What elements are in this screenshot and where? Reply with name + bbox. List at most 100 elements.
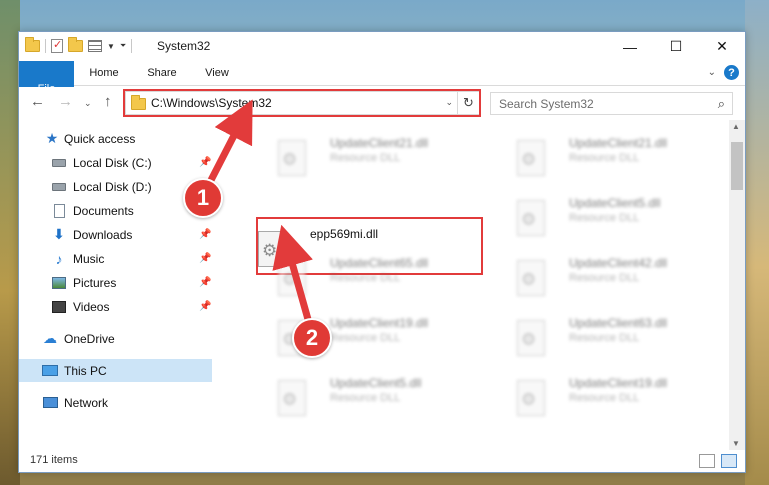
file-type: Resource DLL (330, 332, 401, 344)
file-name: UpdateClient19.dll (330, 316, 429, 330)
nav-item-music[interactable]: ♪ Music 📌 (19, 247, 212, 270)
folder-icon (25, 37, 40, 52)
forward-arrow-icon[interactable]: → (58, 93, 73, 110)
file-name: UpdateClient63.dll (569, 316, 668, 330)
tab-share[interactable]: Share (135, 61, 189, 85)
nav-item-pictures[interactable]: Pictures 📌 (19, 271, 212, 294)
recent-locations-icon[interactable]: ⌄ (84, 98, 92, 109)
desktop-background-right (745, 0, 769, 485)
search-placeholder[interactable]: Search System32 (499, 97, 594, 111)
nav-label: Videos (73, 299, 110, 314)
nav-label: Local Disk (D:) (73, 179, 152, 194)
dll-file-icon (517, 200, 545, 236)
pin-icon: 📌 (199, 253, 212, 264)
nav-label: Network (64, 395, 109, 410)
tab-view[interactable]: View (193, 61, 241, 85)
title-bar: ▼ ⏷ System32 — ☐ ✕ (19, 32, 745, 61)
vertical-scrollbar[interactable]: ▲ ▼ (729, 120, 745, 450)
back-arrow-icon[interactable]: ← (30, 93, 45, 110)
close-button[interactable]: ✕ (699, 32, 745, 61)
file-type: Resource DLL (330, 272, 401, 284)
file-type: Resource DLL (330, 392, 401, 404)
file-item[interactable]: UpdateClient5.dll Resource DLL (258, 368, 494, 424)
file-item[interactable]: UpdateClient63.dll Resource DLL (497, 308, 729, 364)
nav-label: Local Disk (C:) (73, 155, 152, 170)
toolbar-divider (45, 39, 46, 53)
search-icon[interactable]: ⌕ (718, 96, 725, 112)
file-name: UpdateClient42.dll (569, 256, 668, 270)
file-type: Resource DLL (569, 392, 640, 404)
file-item[interactable]: UpdateClient19.dll Resource DLL (497, 368, 729, 424)
file-name: UpdateClient19.dll (569, 376, 668, 390)
dll-file-icon (517, 140, 545, 176)
dll-file-icon (278, 260, 306, 296)
navigation-pane: ★ Quick access Local Disk (C:) 📌 Local D… (19, 120, 212, 450)
file-item[interactable]: UpdateClient65.dll Resource DLL (258, 248, 494, 304)
document-icon (51, 203, 67, 218)
nav-item-network[interactable]: Network (19, 391, 212, 414)
videos-icon (51, 300, 67, 314)
file-item[interactable]: UpdateClient21.dll Resource DLL (258, 128, 494, 184)
music-icon: ♪ (55, 250, 63, 267)
up-arrow-icon[interactable]: ↑ (104, 93, 112, 110)
file-name: UpdateClient21.dll (569, 136, 668, 150)
details-view-icon[interactable] (699, 454, 715, 468)
nav-item-quick-access[interactable]: ★ Quick access (19, 127, 212, 150)
address-highlight-box (123, 89, 481, 117)
view-options-icon[interactable] (88, 40, 102, 52)
dll-file-icon (278, 380, 306, 416)
nav-item-downloads[interactable]: ⬇ Downloads 📌 (19, 223, 212, 246)
file-name: UpdateClient5.dll (569, 196, 661, 210)
maximize-button[interactable]: ☐ (653, 32, 699, 61)
pin-icon: 📌 (199, 229, 212, 240)
new-folder-icon[interactable] (68, 37, 83, 52)
explorer-window: ▼ ⏷ System32 — ☐ ✕ File Home Share View … (18, 31, 746, 473)
pin-icon: 📌 (199, 157, 212, 168)
file-item[interactable]: UpdateClient5.dll Resource DLL (497, 188, 729, 244)
file-item[interactable]: UpdateClient21.dll Resource DLL (497, 128, 729, 184)
minimize-button[interactable]: — (607, 32, 653, 61)
large-icons-view-icon[interactable] (721, 454, 737, 468)
nav-item-videos[interactable]: Videos 📌 (19, 295, 212, 318)
customize-toolbar-icon[interactable]: ⏷ (120, 41, 126, 51)
dll-file-icon (517, 260, 545, 296)
status-bar: 171 items (19, 450, 745, 472)
disk-icon (51, 180, 67, 194)
star-icon: ★ (45, 130, 59, 146)
help-icon[interactable]: ? (724, 65, 739, 80)
file-list-pane: UpdateClient21.dll Resource DLL UpdateCl… (213, 120, 729, 450)
window-title: System32 (157, 39, 211, 53)
nav-label: OneDrive (64, 331, 115, 346)
download-icon: ⬇ (53, 226, 65, 242)
file-item[interactable]: UpdateClient42.dll Resource DLL (497, 248, 729, 304)
nav-item-this-pc[interactable]: This PC (19, 359, 212, 382)
computer-icon (42, 364, 58, 378)
chevron-down-icon[interactable]: ▼ (107, 42, 115, 51)
ribbon-controls: ⌄ ? (708, 65, 739, 80)
dll-file-icon (517, 380, 545, 416)
tab-home[interactable]: Home (77, 61, 131, 85)
view-toggles (699, 454, 737, 468)
nav-label: Music (73, 251, 105, 266)
nav-label: Documents (73, 203, 134, 218)
nav-item-onedrive[interactable]: ☁ OneDrive (19, 327, 212, 350)
expand-ribbon-icon[interactable]: ⌄ (708, 67, 716, 78)
file-type: Resource DLL (569, 332, 640, 344)
pin-icon: 📌 (199, 301, 212, 312)
file-type: Resource DLL (569, 152, 640, 164)
dll-file-icon (517, 320, 545, 356)
scroll-up-icon[interactable]: ▲ (732, 122, 740, 131)
nav-label: Quick access (64, 131, 136, 146)
scroll-down-icon[interactable]: ▼ (732, 439, 740, 448)
nav-item-local-disk-c[interactable]: Local Disk (C:) 📌 (19, 151, 212, 174)
pin-icon: 📌 (199, 277, 212, 288)
properties-icon[interactable] (51, 38, 63, 53)
step-1-badge: 1 (183, 178, 223, 218)
file-name: UpdateClient65.dll (330, 256, 429, 270)
search-box[interactable]: Search System32 ⌕ (490, 92, 733, 115)
network-icon (42, 396, 58, 410)
scrollbar-thumb[interactable] (731, 142, 743, 190)
ribbon-tabs: File Home Share View ⌄ ? (19, 61, 745, 117)
nav-label: Downloads (73, 227, 133, 242)
desktop-background-left (0, 0, 20, 485)
